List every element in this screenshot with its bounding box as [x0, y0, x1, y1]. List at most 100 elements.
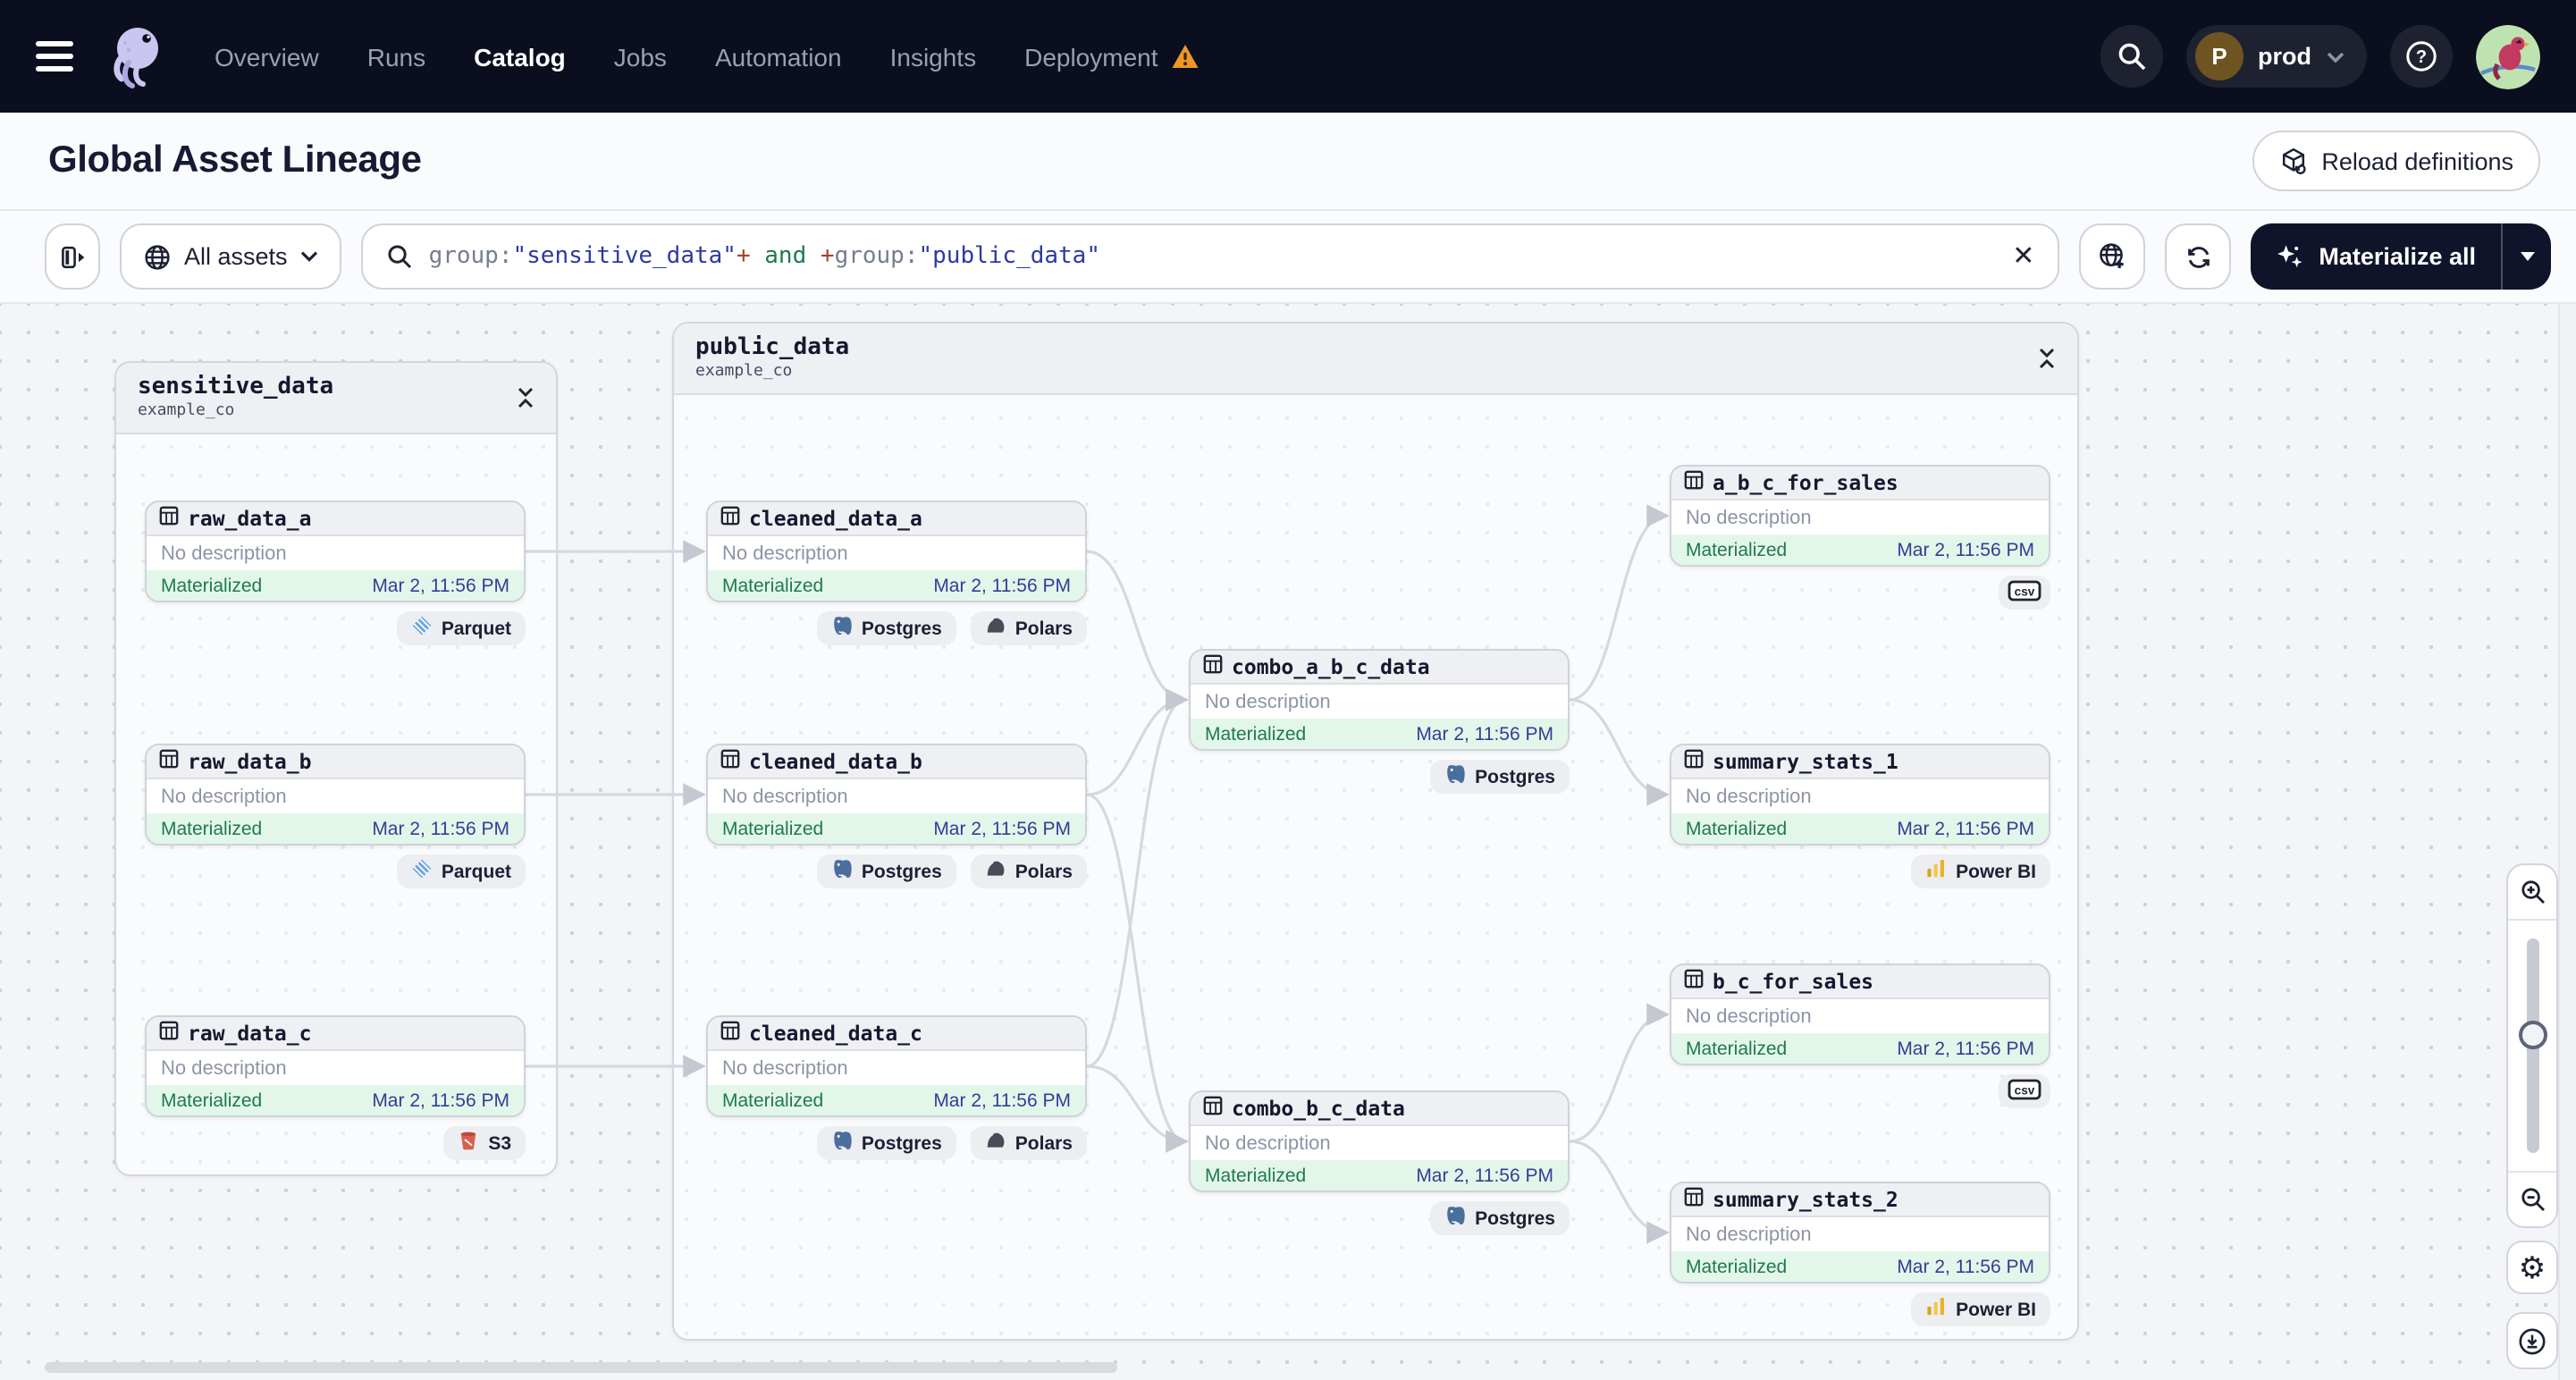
- nav-item-deployment[interactable]: Deployment: [1024, 42, 1199, 71]
- nav-item-jobs[interactable]: Jobs: [614, 42, 667, 71]
- asset-status-bar: Materialized Mar 2, 11:56 PM: [1671, 1033, 2049, 1064]
- nav-item-overview[interactable]: Overview: [215, 42, 319, 71]
- postgres-badge: Postgres: [816, 854, 956, 888]
- materialize-all-label: Materialize all: [2319, 243, 2476, 270]
- nav-item-automation[interactable]: Automation: [715, 42, 842, 71]
- dagster-octopus-logo[interactable]: [104, 21, 168, 92]
- asset-badges: Parquet: [145, 854, 526, 888]
- asset-timestamp: Mar 2, 11:56 PM: [1897, 1257, 2034, 1278]
- zoom-slider-thumb[interactable]: [2518, 1021, 2547, 1049]
- polars-icon: [985, 858, 1006, 885]
- download-graph-button[interactable]: [2506, 1312, 2558, 1369]
- asset-card-cleaned_data_a[interactable]: cleaned_data_a No description Materialized…: [706, 501, 1087, 602]
- table-icon: [1684, 745, 1704, 778]
- materialize-all-caret[interactable]: [2501, 223, 2551, 290]
- powerbi-badge: Power BI: [1911, 854, 2050, 888]
- asset-card-cleaned_data_b[interactable]: cleaned_data_b No description Materialized…: [706, 744, 1087, 846]
- asset-selection-query: group: "sensitive_data" + and + group: "publ…: [429, 243, 1100, 270]
- materialize-all-main[interactable]: Materialize all: [2251, 223, 2501, 290]
- globe-icon: [145, 244, 170, 269]
- user-avatar[interactable]: [2476, 24, 2540, 88]
- asset-card-raw_data_b[interactable]: raw_data_b No description Materialized Mar …: [145, 744, 526, 846]
- asset-card-raw_data_a[interactable]: raw_data_a No description Materialized Mar …: [145, 501, 526, 602]
- query-token-key: group:: [428, 243, 513, 270]
- csv-badge: csv: [1999, 576, 2050, 610]
- zoom-slider[interactable]: [2508, 919, 2556, 1173]
- hamburger-icon[interactable]: [36, 41, 73, 72]
- table-icon: [720, 502, 740, 534]
- lineage-toolbar: All assets group: "sensitive_data" + and +…: [0, 211, 2576, 304]
- graph-settings-button[interactable]: ⚙: [2506, 1241, 2558, 1294]
- asset-badges: Postgres: [1189, 1201, 1570, 1235]
- badge-label: S3: [488, 1132, 511, 1154]
- asset-timestamp: Mar 2, 11:56 PM: [372, 819, 509, 840]
- refresh-button[interactable]: [2165, 223, 2232, 290]
- asset-status: Materialized: [1686, 1039, 1788, 1060]
- asset-header: summary_stats_2: [1671, 1183, 2049, 1217]
- table-icon: [1203, 1092, 1223, 1124]
- table-icon: [159, 1017, 179, 1049]
- asset-badges: Power BI: [1670, 1292, 2050, 1326]
- asset-card-combo_a_b_c_data[interactable]: combo_a_b_c_data No description Materializ…: [1189, 649, 1570, 751]
- refresh-icon: [2187, 246, 2210, 267]
- horizontal-scrollbar[interactable]: [45, 1362, 1117, 1373]
- polars-badge: Polars: [970, 854, 1087, 888]
- csv-icon: csv: [2008, 1077, 2041, 1106]
- asset-name: cleaned_data_b: [749, 749, 922, 774]
- reload-definitions-button[interactable]: Reload definitions: [2252, 130, 2540, 191]
- lineage-graph-canvas[interactable]: sensitive_data example_co public_data ex…: [0, 304, 2576, 1380]
- parquet-icon: [411, 858, 433, 885]
- asset-description: No description: [161, 1057, 287, 1079]
- asset-status: Materialized: [1205, 1165, 1307, 1187]
- asset-card-a_b_c_for_sales[interactable]: a_b_c_for_sales No description Materialize…: [1670, 465, 2050, 567]
- asset-header: raw_data_c: [147, 1017, 524, 1051]
- asset-header: a_b_c_for_sales: [1671, 467, 2049, 501]
- query-token-op: +: [736, 243, 751, 270]
- open-left-panel-button[interactable]: [45, 223, 100, 290]
- deployment-switcher[interactable]: P prod: [2186, 25, 2367, 88]
- query-token-bool: and: [750, 243, 821, 270]
- asset-name: summary_stats_1: [1713, 749, 1898, 774]
- help-icon[interactable]: ?: [2390, 25, 2453, 88]
- badge-label: Parquet: [441, 618, 511, 639]
- asset-name: combo_a_b_c_data: [1232, 654, 1430, 679]
- asset-description: No description: [161, 786, 287, 807]
- nav-right: P prod ?: [2100, 24, 2540, 88]
- svg-text:csv: csv: [2015, 585, 2035, 598]
- materialize-all-button[interactable]: Materialize all: [2251, 223, 2551, 290]
- asset-scope-button[interactable]: All assets: [120, 223, 341, 290]
- asset-card-combo_b_c_data[interactable]: combo_b_c_data No description Materialized…: [1189, 1090, 1570, 1192]
- nav-item-runs[interactable]: Runs: [367, 42, 425, 71]
- polars-badge: Polars: [970, 611, 1087, 645]
- nav-item-catalog[interactable]: Catalog: [474, 42, 566, 71]
- asset-badges: Power BI: [1670, 854, 2050, 888]
- asset-card-cleaned_data_c[interactable]: cleaned_data_c No description Materialized…: [706, 1015, 1087, 1117]
- globe-plus-button[interactable]: [2079, 223, 2146, 290]
- badge-label: Polars: [1014, 618, 1073, 639]
- zoom-out-icon[interactable]: [2508, 1173, 2556, 1226]
- asset-badges: S3: [145, 1126, 526, 1160]
- postgres-icon: [831, 1130, 853, 1157]
- asset-card-b_c_for_sales[interactable]: b_c_for_sales No description Materialized M…: [1670, 963, 2050, 1065]
- nav-links: Overview Runs Catalog Jobs Automation Insight…: [215, 42, 1200, 71]
- open-left-panel-icon: [61, 245, 84, 268]
- asset-status-bar: Materialized Mar 2, 11:56 PM: [1191, 1160, 1568, 1191]
- search-icon[interactable]: [2100, 25, 2163, 88]
- asset-search-input[interactable]: group: "sensitive_data" + and + group: "publ…: [360, 223, 2060, 290]
- badge-label: Postgres: [861, 618, 942, 639]
- asset-status-bar: Materialized Mar 2, 11:56 PM: [708, 813, 1085, 844]
- zoom-in-icon[interactable]: [2508, 865, 2556, 919]
- vertical-scrollbar-gutter[interactable]: [2558, 304, 2576, 1380]
- asset-card-raw_data_c[interactable]: raw_data_c No description Materialized Mar …: [145, 1015, 526, 1117]
- clear-x-icon[interactable]: ✕: [2012, 243, 2034, 270]
- asset-name: raw_data_a: [188, 506, 312, 531]
- polars-icon: [985, 1130, 1006, 1157]
- asset-card-summary_stats_1[interactable]: summary_stats_1 No description Materialize…: [1670, 744, 2050, 846]
- asset-header: raw_data_a: [147, 502, 524, 536]
- asset-card-summary_stats_2[interactable]: summary_stats_2 No description Materialize…: [1670, 1182, 2050, 1283]
- asset-name: raw_data_c: [188, 1021, 312, 1046]
- parquet-badge: Parquet: [396, 854, 526, 888]
- page-header: Global Asset Lineage Reload definitions: [0, 113, 2576, 211]
- deployment-avatar: P: [2195, 32, 2243, 80]
- nav-item-insights[interactable]: Insights: [890, 42, 977, 71]
